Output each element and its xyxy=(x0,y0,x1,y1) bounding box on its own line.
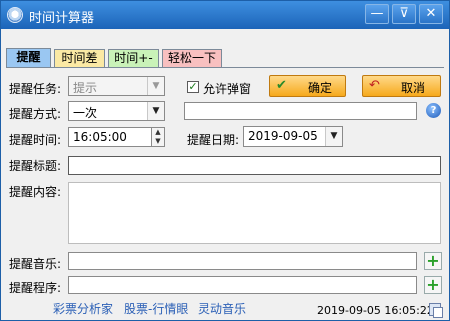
chevron-down-icon: ▼ xyxy=(147,77,164,95)
music-label: 提醒音乐: xyxy=(9,257,62,271)
tab-time-diff[interactable]: 时间差 xyxy=(54,49,105,67)
help-icon[interactable]: ? xyxy=(426,103,441,118)
current-datetime: 2019-09-05 16:05:22 xyxy=(317,304,434,317)
app-window: 时间计算器 — ⊽ ✕ 提醒 时间差 时间+- 轻松一下 提醒任务: 提示 ▼ … xyxy=(0,0,450,321)
add-music-plus-icon[interactable]: + xyxy=(424,252,442,270)
method-value: 一次 xyxy=(73,106,98,120)
method-extra-input[interactable] xyxy=(184,102,417,120)
menu-dropdown-button[interactable]: ⊽ xyxy=(392,4,416,24)
allow-popup-checkbox[interactable]: ✓ xyxy=(187,81,199,93)
tab-relax[interactable]: 轻松一下 xyxy=(162,49,222,67)
tab-time-add-sub[interactable]: 时间+- xyxy=(108,49,159,67)
task-label: 提醒任务: xyxy=(9,82,62,96)
add-program-plus-icon[interactable]: + xyxy=(424,276,442,294)
title-bar[interactable]: 时间计算器 — ⊽ ✕ xyxy=(1,1,449,29)
date-value: 2019-09-05 xyxy=(248,129,318,143)
cancel-button[interactable]: ↶ 取消 xyxy=(362,75,441,97)
undo-icon: ↶ xyxy=(369,78,380,93)
program-input[interactable] xyxy=(68,276,417,294)
link-lottery[interactable]: 彩票分析家 xyxy=(53,300,113,317)
title-input[interactable] xyxy=(68,156,441,175)
window-title: 时间计算器 xyxy=(29,11,95,26)
date-picker[interactable]: 2019-09-05 ▼ xyxy=(243,126,343,147)
check-icon: ✔ xyxy=(276,78,287,93)
close-button[interactable]: ✕ xyxy=(419,4,443,24)
tab-reminder[interactable]: 提醒 xyxy=(6,48,51,68)
link-stock[interactable]: 股票-行情眼 xyxy=(124,300,188,317)
date-label: 提醒日期: xyxy=(187,133,240,147)
cancel-button-label: 取消 xyxy=(401,81,426,95)
chevron-down-icon[interactable]: ▼ xyxy=(325,127,342,146)
content-textarea[interactable] xyxy=(68,182,441,244)
time-input[interactable]: 16:05:00 xyxy=(68,127,152,147)
method-label: 提醒方式: xyxy=(9,107,62,121)
chevron-down-icon: ▼ xyxy=(147,102,164,120)
program-label: 提醒程序: xyxy=(9,281,62,295)
clock-icon xyxy=(7,7,23,23)
time-spinner[interactable]: ▲ ▼ xyxy=(151,127,165,147)
copy-icon[interactable] xyxy=(429,303,443,318)
time-value: 16:05:00 xyxy=(73,130,127,144)
music-input[interactable] xyxy=(68,252,417,270)
allow-popup-label: 允许弹窗 xyxy=(203,82,252,96)
content-label: 提醒内容: xyxy=(9,185,62,199)
ok-button-label: 确定 xyxy=(308,81,333,95)
title-label: 提醒标题: xyxy=(9,159,62,173)
tab-divider xyxy=(6,67,444,68)
time-label: 提醒时间: xyxy=(9,133,62,147)
task-select: 提示 ▼ xyxy=(68,76,165,96)
method-select[interactable]: 一次 ▼ xyxy=(68,101,165,121)
ok-button[interactable]: ✔ 确定 xyxy=(269,75,346,97)
task-value: 提示 xyxy=(73,81,98,95)
minimize-button[interactable]: — xyxy=(365,4,389,24)
link-music[interactable]: 灵动音乐 xyxy=(198,300,246,317)
